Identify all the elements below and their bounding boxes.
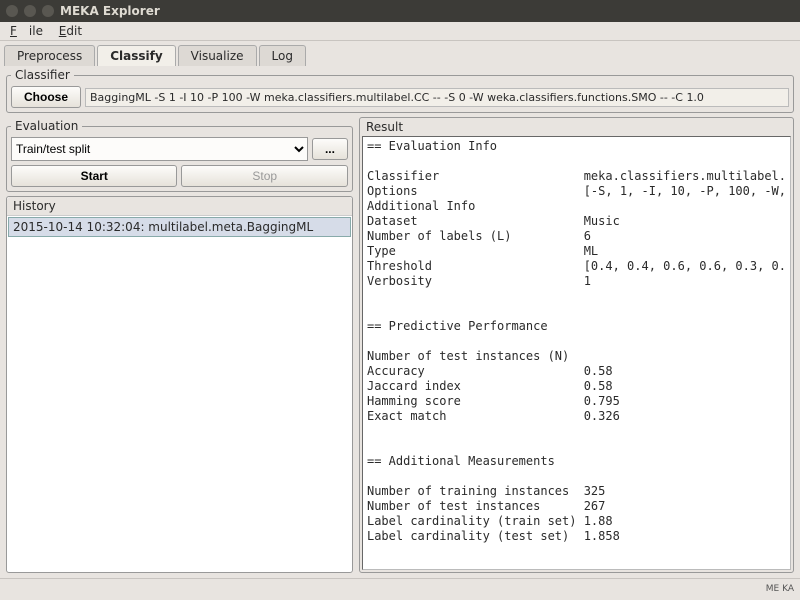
window-title: MEKA Explorer xyxy=(60,4,160,18)
tab-visualize[interactable]: Visualize xyxy=(178,45,257,66)
choose-button[interactable]: Choose xyxy=(11,86,81,108)
evaluation-options-button[interactable]: ... xyxy=(312,138,348,160)
start-button[interactable]: Start xyxy=(11,165,177,187)
history-panel: History 2015-10-14 10:32:04: multilabel.… xyxy=(6,196,353,573)
result-panel: Result == Evaluation Info Classifier mek… xyxy=(359,117,794,573)
tab-bar: Preprocess Classify Visualize Log xyxy=(0,41,800,66)
logo-text: ME KA xyxy=(766,584,794,594)
result-scrollarea[interactable]: == Evaluation Info Classifier meka.class… xyxy=(362,136,791,570)
result-text: == Evaluation Info Classifier meka.class… xyxy=(363,137,790,546)
classifier-legend: Classifier xyxy=(11,68,74,82)
menubar: File Edit xyxy=(0,22,800,41)
result-legend: Result xyxy=(360,118,793,136)
history-legend: History xyxy=(7,197,352,216)
evaluation-panel: Evaluation Train/test split ... Start St… xyxy=(6,119,353,192)
evaluation-legend: Evaluation xyxy=(11,119,82,133)
content: Classifier Choose BaggingML -S 1 -I 10 -… xyxy=(0,68,800,578)
tab-preprocess[interactable]: Preprocess xyxy=(4,45,95,66)
evaluation-mode-select[interactable]: Train/test split xyxy=(11,137,308,161)
tab-classify[interactable]: Classify xyxy=(97,45,175,66)
statusbar: ME KA xyxy=(0,578,800,598)
history-item[interactable]: 2015-10-14 10:32:04: multilabel.meta.Bag… xyxy=(8,217,351,237)
close-icon[interactable] xyxy=(6,5,18,17)
menu-file[interactable]: File xyxy=(4,22,49,40)
minimize-icon[interactable] xyxy=(24,5,36,17)
classifier-string[interactable]: BaggingML -S 1 -I 10 -P 100 -W meka.clas… xyxy=(85,88,789,107)
tab-log[interactable]: Log xyxy=(259,45,306,66)
stop-button: Stop xyxy=(181,165,347,187)
titlebar: MEKA Explorer xyxy=(0,0,800,22)
menu-edit[interactable]: Edit xyxy=(53,22,88,40)
maximize-icon[interactable] xyxy=(42,5,54,17)
classifier-panel: Classifier Choose BaggingML -S 1 -I 10 -… xyxy=(6,68,794,113)
